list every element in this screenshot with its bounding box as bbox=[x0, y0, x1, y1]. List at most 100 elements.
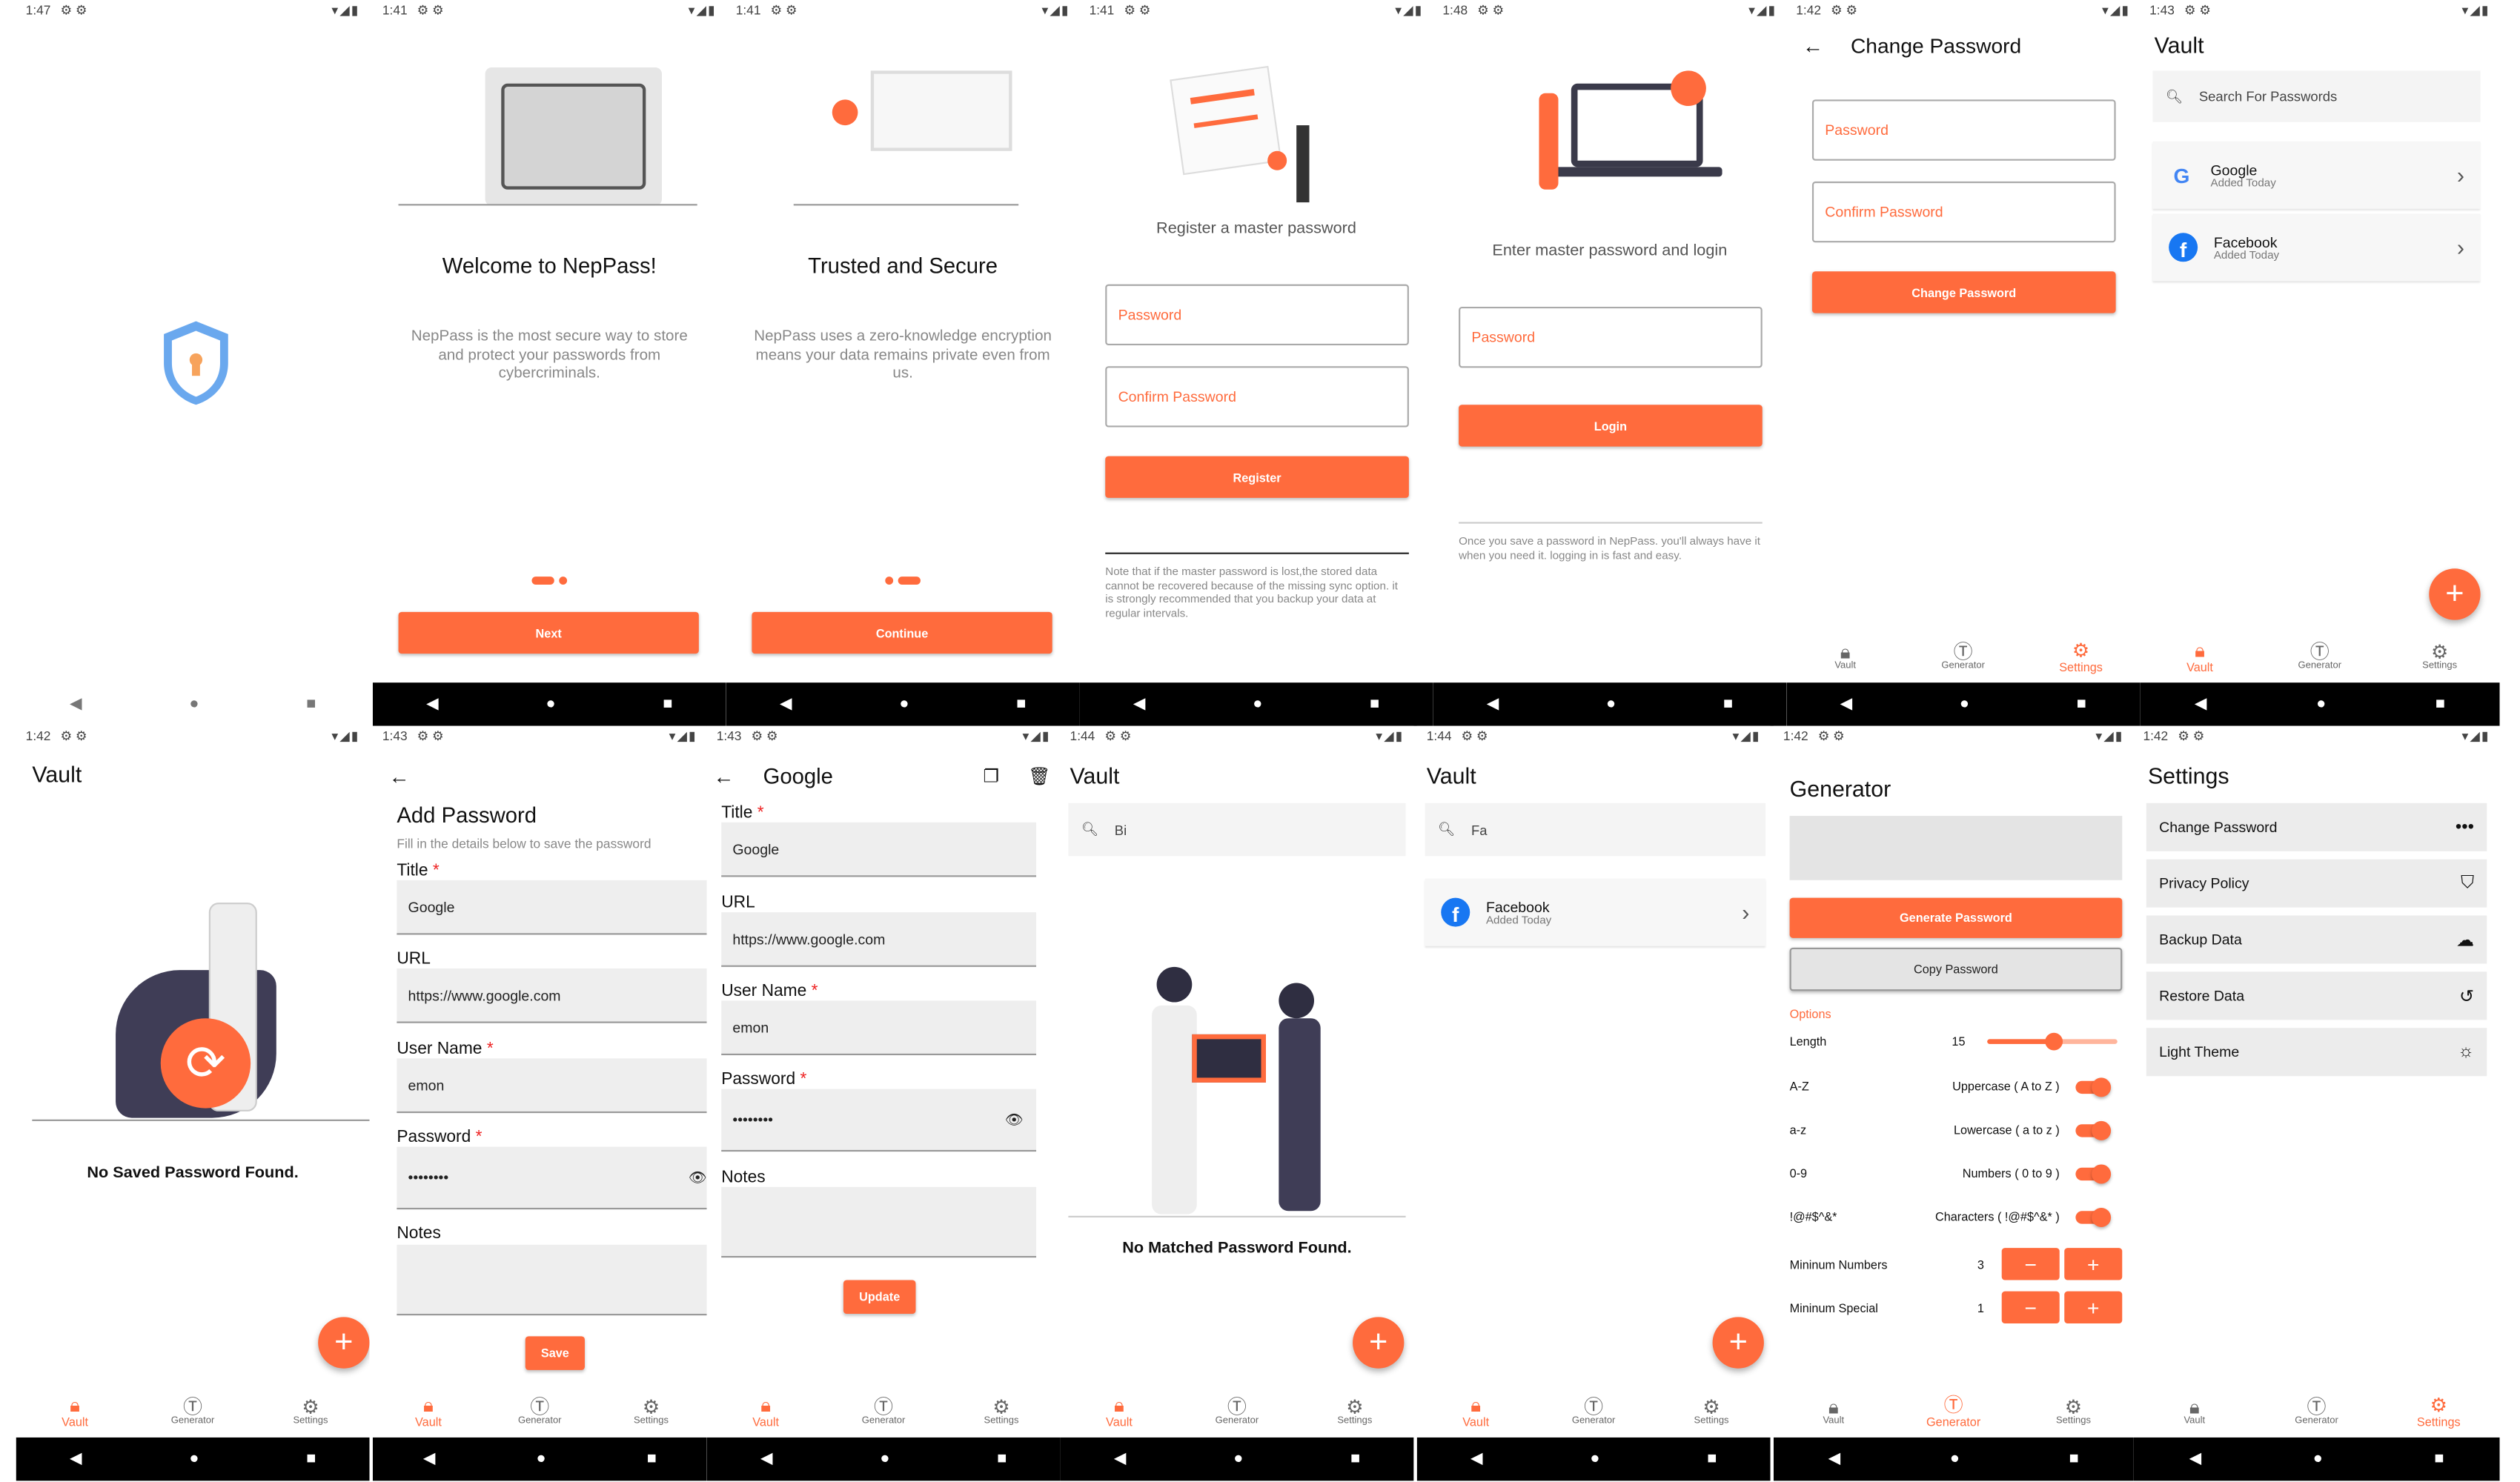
back-icon[interactable]: ◀ bbox=[1828, 1450, 1841, 1468]
recents-icon[interactable]: ■ bbox=[2434, 1450, 2444, 1468]
home-icon[interactable]: ● bbox=[189, 694, 199, 712]
recents-icon[interactable]: ■ bbox=[1016, 696, 1026, 714]
change-password-button[interactable]: Change Password bbox=[1811, 271, 2116, 313]
register-button[interactable]: Register bbox=[1105, 456, 1409, 498]
next-button[interactable]: Next bbox=[398, 611, 699, 654]
back-arrow-icon[interactable]: ← bbox=[713, 765, 734, 789]
add-button[interactable]: + bbox=[318, 1317, 370, 1369]
password-input[interactable]: Password bbox=[1459, 306, 1763, 368]
search-input[interactable]: 🔍︎ Bi bbox=[1068, 803, 1406, 857]
uppercase-toggle[interactable] bbox=[2075, 1077, 2112, 1097]
back-icon[interactable]: ◀ bbox=[1133, 696, 1146, 714]
nav-vault[interactable]: 🔒︎ Vault bbox=[1436, 1395, 1516, 1429]
nav-vault[interactable]: 🔒︎ Vault bbox=[1794, 1398, 1874, 1426]
home-icon[interactable]: ● bbox=[537, 1450, 546, 1468]
nav-vault[interactable]: 🔒︎ Vault bbox=[726, 1395, 806, 1429]
settings-item-restore-data[interactable]: Restore Data ↺ bbox=[2146, 971, 2487, 1020]
nav-generator[interactable]: Ⓣ Generator bbox=[2276, 1398, 2356, 1426]
characters-toggle[interactable] bbox=[2075, 1206, 2112, 1226]
list-item[interactable]: f Facebook Added Today › bbox=[1425, 878, 1766, 946]
copy-password-button[interactable]: Copy Password bbox=[1789, 947, 2123, 991]
nav-vault[interactable]: 🔒︎ Vault bbox=[1806, 642, 1886, 671]
home-icon[interactable]: ● bbox=[1960, 696, 1969, 714]
back-icon[interactable]: ◀ bbox=[426, 696, 439, 714]
add-button[interactable]: + bbox=[1712, 1317, 1764, 1369]
back-arrow-icon[interactable]: ← bbox=[1803, 34, 1823, 59]
settings-item-backup-data[interactable]: Backup Data ☁ bbox=[2146, 915, 2487, 964]
continue-button[interactable]: Continue bbox=[752, 611, 1052, 654]
back-icon[interactable]: ◀ bbox=[1470, 1450, 1483, 1468]
copy-icon[interactable]: ❐ bbox=[984, 766, 999, 787]
settings-item-light-theme[interactable]: Light Theme ☼ bbox=[2146, 1028, 2487, 1077]
recents-icon[interactable]: ■ bbox=[2436, 696, 2445, 714]
recents-icon[interactable]: ■ bbox=[306, 694, 316, 712]
list-item[interactable]: f Facebook Added Today › bbox=[2152, 213, 2481, 282]
nav-settings[interactable]: ⚙ Settings bbox=[611, 1398, 691, 1426]
eye-icon[interactable]: 👁︎ bbox=[689, 1169, 707, 1186]
back-icon[interactable]: ◀ bbox=[780, 696, 792, 714]
password-input[interactable]: •••••••• 👁︎ bbox=[397, 1146, 707, 1210]
recents-icon[interactable]: ■ bbox=[1723, 696, 1733, 714]
nav-generator[interactable]: Ⓣ Generator bbox=[2280, 642, 2360, 671]
list-item[interactable]: G Google Added Today › bbox=[2152, 141, 2481, 209]
recents-icon[interactable]: ■ bbox=[1707, 1450, 1717, 1468]
nav-vault[interactable]: 🔒︎ Vault bbox=[2155, 1398, 2235, 1426]
back-arrow-icon[interactable]: ← bbox=[389, 765, 410, 789]
numbers-toggle[interactable] bbox=[2075, 1163, 2112, 1183]
nav-vault[interactable]: 🔒︎ Vault bbox=[35, 1395, 115, 1429]
confirm-password-input[interactable]: Confirm Password bbox=[1105, 366, 1409, 428]
nav-settings[interactable]: ⚙ Settings bbox=[1315, 1398, 1395, 1426]
eye-icon[interactable]: 👁︎ bbox=[1005, 1111, 1024, 1129]
save-button[interactable]: Save bbox=[525, 1336, 585, 1370]
back-icon[interactable]: ◀ bbox=[70, 694, 82, 712]
recents-icon[interactable]: ■ bbox=[663, 696, 672, 714]
nav-vault[interactable]: 🔒︎ Vault bbox=[1079, 1395, 1159, 1429]
nav-vault[interactable]: 🔒︎ Vault bbox=[388, 1395, 468, 1429]
home-icon[interactable]: ● bbox=[1590, 1450, 1599, 1468]
notes-input[interactable] bbox=[721, 1186, 1037, 1258]
home-icon[interactable]: ● bbox=[2313, 1450, 2323, 1468]
nav-vault[interactable]: 🔒︎ Vault bbox=[2160, 640, 2240, 674]
home-icon[interactable]: ● bbox=[880, 1450, 889, 1468]
nav-settings[interactable]: ⚙ Settings bbox=[961, 1398, 1041, 1426]
home-icon[interactable]: ● bbox=[189, 1450, 199, 1468]
notes-input[interactable] bbox=[397, 1244, 707, 1316]
nav-generator[interactable]: Ⓣ Generator bbox=[1197, 1398, 1277, 1426]
nav-generator[interactable]: Ⓣ Generator bbox=[1554, 1398, 1634, 1426]
username-input[interactable]: emon bbox=[721, 1000, 1037, 1056]
back-icon[interactable]: ◀ bbox=[423, 1450, 436, 1468]
decrement-button[interactable]: − bbox=[2001, 1248, 2060, 1280]
password-input[interactable]: Password bbox=[1105, 284, 1409, 346]
recents-icon[interactable]: ■ bbox=[1350, 1450, 1360, 1468]
back-icon[interactable]: ◀ bbox=[2189, 1450, 2202, 1468]
settings-item-privacy-policy[interactable]: Privacy Policy ⛉ bbox=[2146, 859, 2487, 908]
increment-button[interactable]: + bbox=[2064, 1291, 2123, 1324]
recents-icon[interactable]: ■ bbox=[1370, 696, 1379, 714]
back-icon[interactable]: ◀ bbox=[1840, 696, 1853, 714]
login-button[interactable]: Login bbox=[1459, 405, 1763, 447]
back-icon[interactable]: ◀ bbox=[2195, 696, 2207, 714]
nav-settings[interactable]: ⚙ Settings bbox=[271, 1398, 351, 1426]
home-icon[interactable]: ● bbox=[1253, 696, 1262, 714]
nav-generator[interactable]: Ⓣ Generator bbox=[153, 1398, 233, 1426]
nav-settings[interactable]: ⚙ Settings bbox=[2399, 642, 2479, 671]
recents-icon[interactable]: ■ bbox=[647, 1450, 657, 1468]
increment-button[interactable]: + bbox=[2064, 1248, 2123, 1280]
recents-icon[interactable]: ■ bbox=[306, 1450, 316, 1468]
nav-generator[interactable]: Ⓣ Generator bbox=[843, 1398, 924, 1426]
lowercase-toggle[interactable] bbox=[2075, 1120, 2112, 1140]
decrement-button[interactable]: − bbox=[2001, 1291, 2060, 1324]
title-input[interactable]: Google bbox=[397, 880, 707, 935]
home-icon[interactable]: ● bbox=[1233, 1450, 1243, 1468]
home-icon[interactable]: ● bbox=[1606, 696, 1616, 714]
nav-generator[interactable]: Ⓣ Generator bbox=[1923, 642, 2003, 671]
search-input[interactable]: 🔍︎ Search For Passwords bbox=[2152, 70, 2481, 122]
recents-icon[interactable]: ■ bbox=[2069, 1450, 2079, 1468]
nav-settings[interactable]: ⚙ Settings bbox=[2033, 1398, 2113, 1426]
back-icon[interactable]: ◀ bbox=[70, 1450, 82, 1468]
settings-item-change-password[interactable]: Change Password ••• bbox=[2146, 803, 2487, 851]
password-input[interactable]: •••••••• 👁︎ bbox=[721, 1089, 1037, 1152]
update-button[interactable]: Update bbox=[843, 1280, 916, 1315]
confirm-password-input[interactable]: Confirm Password bbox=[1811, 181, 2116, 243]
url-input[interactable]: https://www.google.com bbox=[397, 968, 707, 1023]
